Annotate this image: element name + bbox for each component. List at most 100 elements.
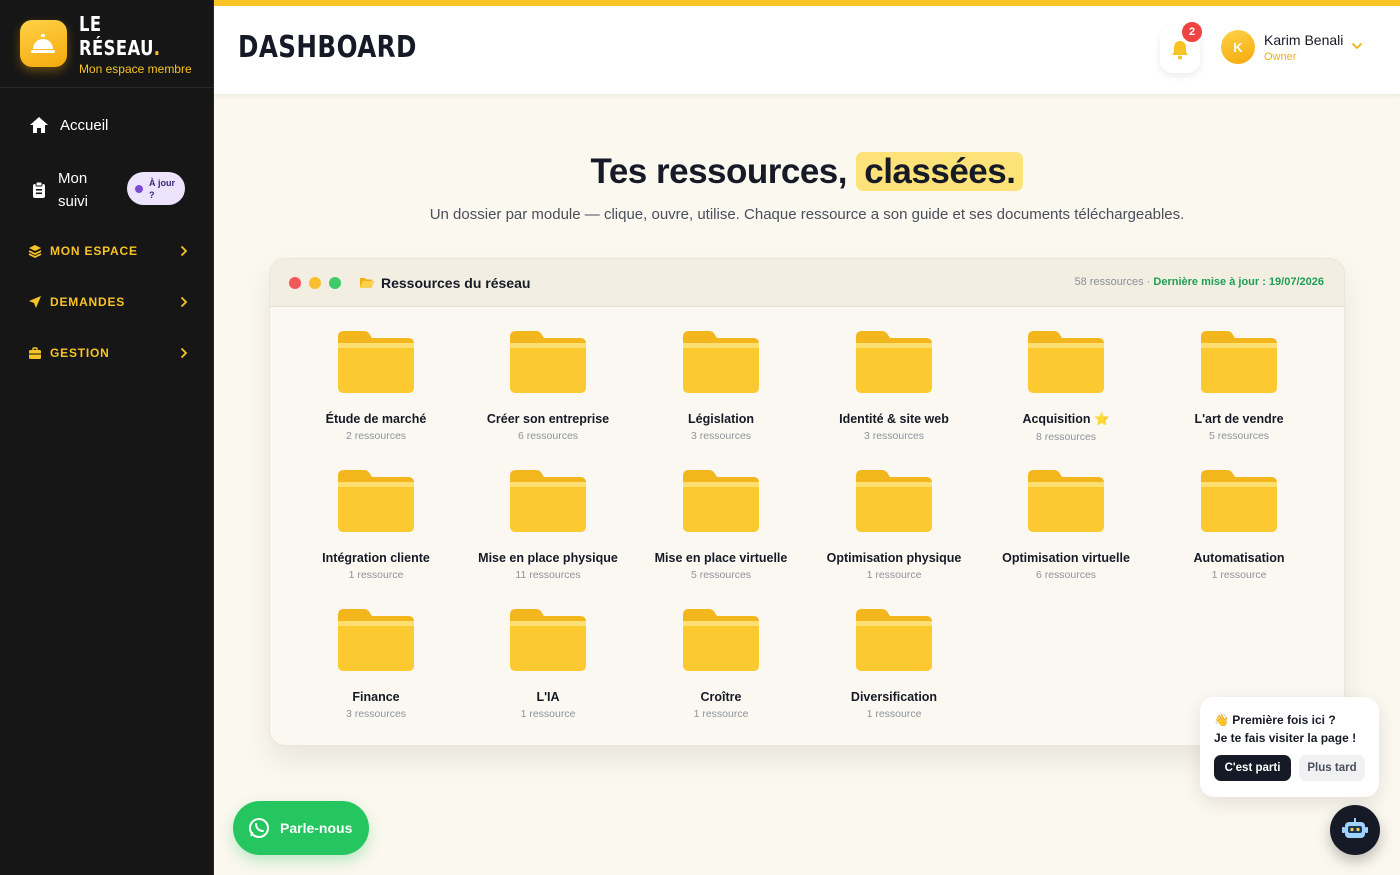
folder-count: 8 ressources <box>1035 431 1097 443</box>
folder-icon <box>510 331 586 393</box>
open-folder-icon <box>360 278 375 288</box>
folder-count: 6 ressources <box>517 430 579 442</box>
folder-count: 3 ressources <box>863 430 925 442</box>
sidebar: LE RÉSEAU. Mon espace membre Accueil Mon… <box>0 0 214 875</box>
folder-icon <box>510 470 586 532</box>
folder-item[interactable]: Créer son entreprise 6 ressources <box>462 329 634 442</box>
folder-item[interactable]: Optimisation physique 1 ressource <box>808 468 980 581</box>
folder-item[interactable]: Étude de marché 2 ressources <box>290 329 462 442</box>
chevron-right-icon <box>180 245 188 257</box>
folder-icon <box>1028 470 1104 532</box>
later-button[interactable]: Plus tard <box>1299 755 1365 781</box>
folder-item[interactable]: Croître 1 ressource <box>635 607 807 720</box>
folder-name: Intégration cliente <box>322 551 430 565</box>
folder-icon <box>338 609 414 671</box>
folder-item[interactable]: Législation 3 ressources <box>635 329 807 442</box>
user-role: Owner <box>1264 51 1297 63</box>
folder-item[interactable]: Optimisation virtuelle 6 ressources <box>980 468 1152 581</box>
chevron-right-icon <box>180 296 188 308</box>
folder-icon <box>856 470 932 532</box>
folder-item[interactable]: Finance 3 ressources <box>290 607 462 720</box>
window-meta: 58 ressources · Dernière mise à jour : 1… <box>1074 276 1325 288</box>
folder-icon <box>510 609 586 671</box>
layers-icon <box>28 245 42 258</box>
notification-count-badge: 2 <box>1180 20 1204 44</box>
sidebar-item-suivi[interactable]: Mon suivi <box>28 167 88 213</box>
folder-count: 1 ressource <box>866 569 922 581</box>
folder-count: 5 ressources <box>690 569 752 581</box>
sidebar-item-label: Mon suivi <box>58 170 89 210</box>
whatsapp-icon <box>249 818 269 838</box>
folder-icon <box>1201 470 1277 532</box>
folder-item[interactable]: Mise en place physique 11 ressources <box>462 468 634 581</box>
folder-name: L'IA <box>536 690 560 704</box>
folder-count: 1 ressource <box>1211 569 1267 581</box>
brand-subtitle: Mon espace membre <box>78 61 192 76</box>
brand-name: LE RÉSEAU. <box>78 11 161 60</box>
sidebar-group-mon-espace[interactable]: MON ESPACE <box>28 244 188 258</box>
folder-name: Automatisation <box>1193 551 1285 565</box>
folder-item[interactable]: Automatisation 1 ressource <box>1153 468 1325 581</box>
window-minimize-dot <box>309 276 321 289</box>
folder-item[interactable]: Intégration cliente 1 ressource <box>290 468 462 581</box>
folder-count: 1 ressource <box>348 569 404 581</box>
folder-item[interactable]: Identité & site web 3 ressources <box>808 329 980 442</box>
folder-count: 2 ressources <box>345 430 407 442</box>
status-badge[interactable]: À jour ? <box>127 172 185 205</box>
folder-item[interactable]: L'art de vendre 5 ressources <box>1153 329 1325 442</box>
sidebar-item-accueil[interactable]: Accueil <box>28 114 108 136</box>
chevron-down-icon[interactable] <box>1351 42 1363 50</box>
folder-icon <box>856 609 932 671</box>
folder-icon <box>683 470 759 532</box>
folder-name: Optimisation virtuelle <box>1002 551 1130 565</box>
topbar: DASHBOARD 2 K Karim Benali Owner <box>214 0 1400 94</box>
chatbot-button[interactable] <box>1330 805 1380 855</box>
bell-service-icon <box>20 20 67 67</box>
folder-icon <box>1201 331 1277 393</box>
folder-count: 6 ressources <box>1035 569 1097 581</box>
sidebar-group-gestion[interactable]: GESTION <box>28 346 188 360</box>
folder-name: Créer son entreprise <box>486 412 610 426</box>
hero-title: Tes ressources, classées. <box>214 152 1400 192</box>
whatsapp-contact-button[interactable]: Parle-nous <box>233 801 369 855</box>
folder-item[interactable]: Acquisition ⭐ 8 ressources <box>980 329 1152 443</box>
folder-name: Mise en place virtuelle <box>654 551 788 565</box>
chevron-right-icon <box>180 347 188 359</box>
window-title: Ressources du réseau <box>381 274 531 291</box>
window-close-dot <box>289 276 301 289</box>
folder-item[interactable]: L'IA 1 ressource <box>462 607 634 720</box>
folder-name: Identité & site web <box>839 412 949 426</box>
brand[interactable]: LE RÉSEAU. Mon espace membre <box>0 0 213 88</box>
sidebar-group-demandes[interactable]: DEMANDES <box>28 295 188 309</box>
avatar[interactable]: K <box>1221 30 1255 64</box>
folder-count: 1 ressource <box>693 708 749 720</box>
folder-name: Diversification <box>850 690 938 704</box>
folder-count: 11 ressources <box>515 569 581 581</box>
folder-icon <box>683 609 759 671</box>
folder-name: Acquisition ⭐ <box>1022 412 1110 426</box>
tour-popup: 👋 Première fois ici ? Je te fais visiter … <box>1200 697 1379 797</box>
folder-name: Croître <box>700 690 742 704</box>
folder-count: 1 ressource <box>520 708 576 720</box>
clipboard-icon <box>28 179 50 201</box>
window-titlebar: Ressources du réseau 58 ressources · Der… <box>270 259 1344 307</box>
start-tour-button[interactable]: C'est parti <box>1214 755 1291 781</box>
sidebar-item-label: Accueil <box>60 116 109 134</box>
briefcase-icon <box>29 346 41 359</box>
folder-name: Législation <box>688 412 754 426</box>
folder-item[interactable]: Mise en place virtuelle 5 ressources <box>635 468 807 581</box>
paper-plane-icon <box>29 296 41 308</box>
folder-icon <box>338 331 414 393</box>
folder-name: Finance <box>352 690 400 704</box>
tour-message: 👋 Première fois ici ? Je te fais visiter … <box>1214 713 1357 745</box>
window-maximize-dot <box>329 276 341 289</box>
folder-item[interactable]: Diversification 1 ressource <box>808 607 980 720</box>
folder-icon <box>1028 331 1104 393</box>
folder-name: Optimisation physique <box>826 551 962 565</box>
robot-icon <box>1342 818 1368 838</box>
folder-count: 1 ressource <box>866 708 922 720</box>
folder-count: 3 ressources <box>345 708 407 720</box>
user-name[interactable]: Karim Benali <box>1264 32 1343 48</box>
folder-icon <box>683 331 759 393</box>
hero-title-highlight: classées. <box>856 152 1024 191</box>
